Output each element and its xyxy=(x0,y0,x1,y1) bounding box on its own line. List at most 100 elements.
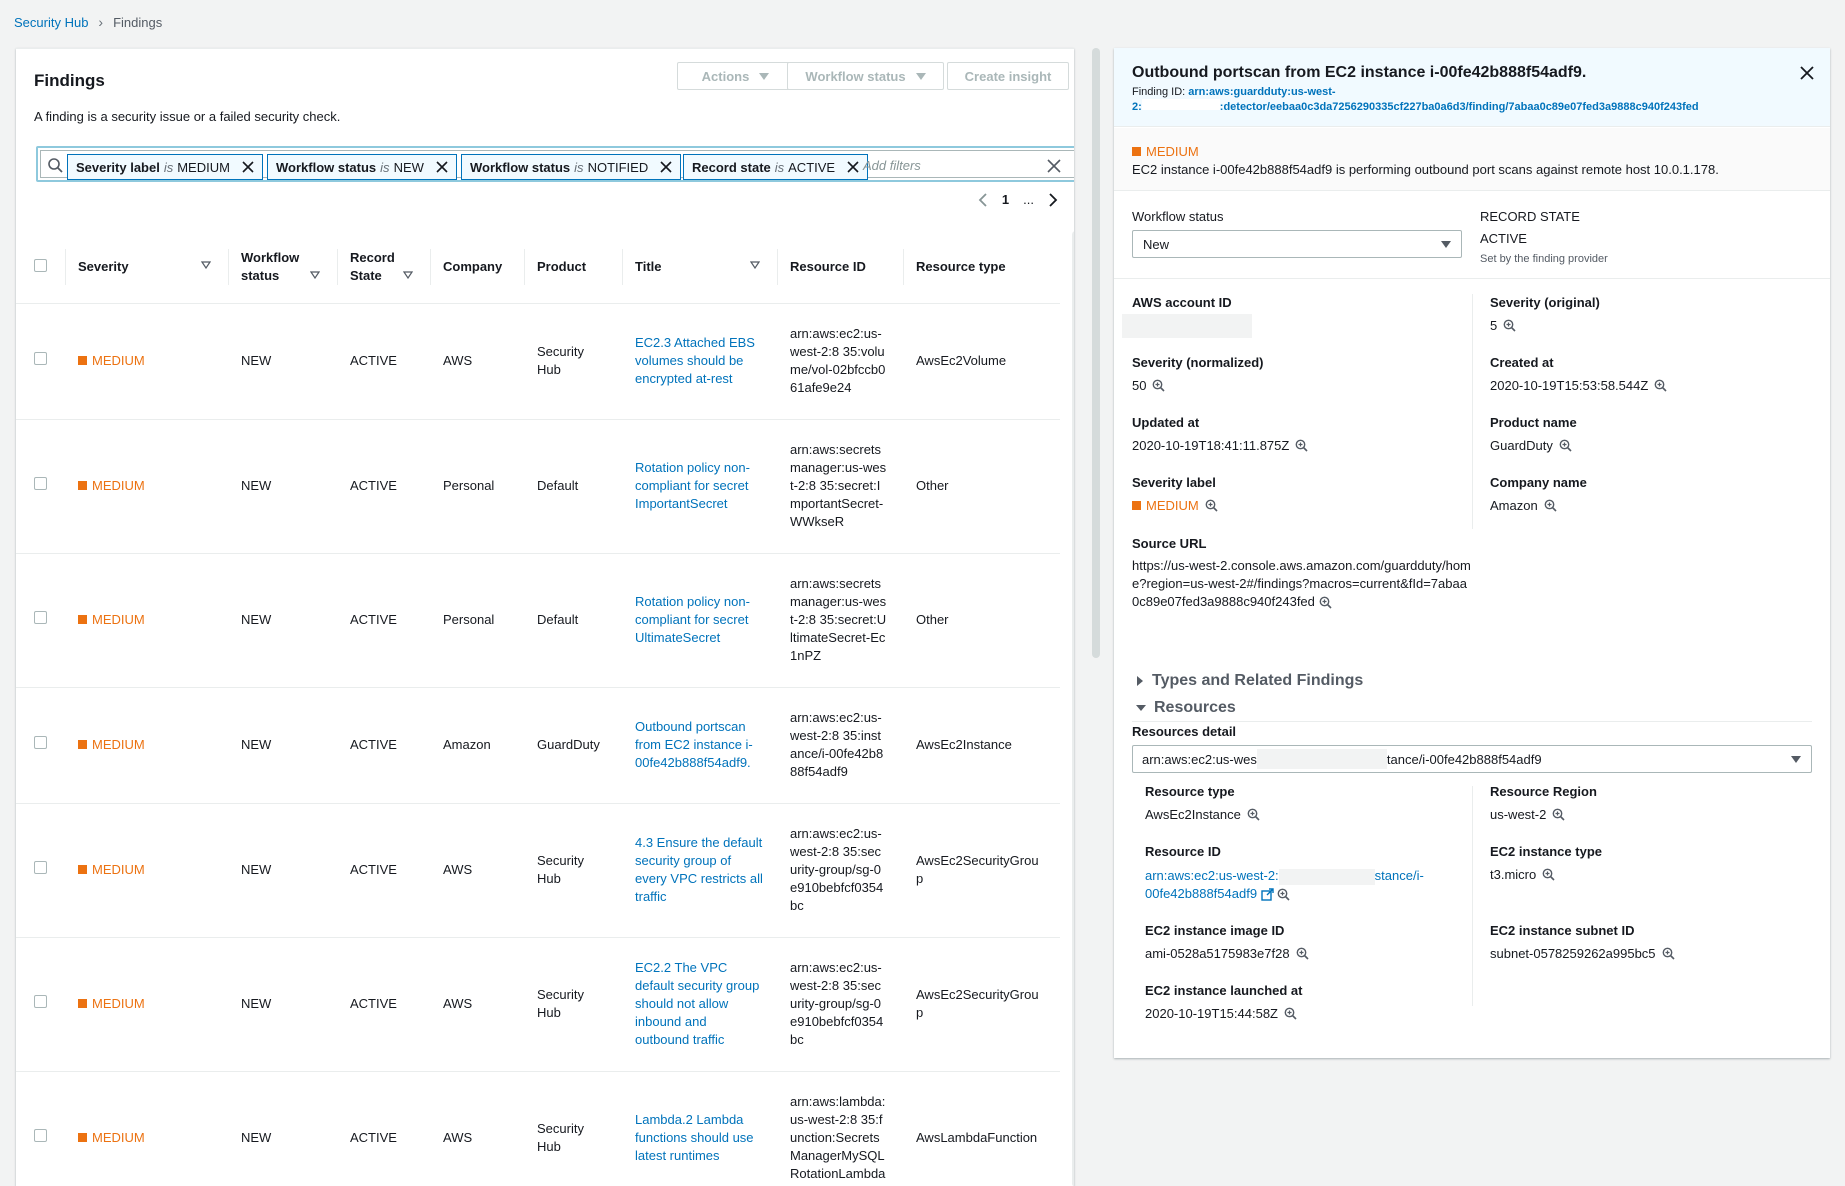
row-checkbox[interactable] xyxy=(34,611,47,624)
table-scrollbar[interactable] xyxy=(1072,231,1074,1186)
resource-id-link[interactable]: arn:aws:ec2:us-west-2: xyxy=(1145,868,1279,883)
column-product[interactable]: Product xyxy=(525,231,623,304)
finding-title-link[interactable]: EC2.3 Attached EBS volumes should be enc… xyxy=(635,335,755,386)
zoom-in-icon[interactable] xyxy=(1277,888,1290,901)
row-checkbox[interactable] xyxy=(34,736,47,749)
page-number[interactable]: 1 xyxy=(1002,192,1009,207)
workflow-status-field: Workflow status xyxy=(1132,209,1224,224)
filter-value: NEW xyxy=(393,159,424,175)
workflow-status-label: Workflow status xyxy=(1132,209,1224,224)
resource-id-link[interactable]: 00fe42b888f54adf9 xyxy=(1145,886,1257,901)
add-filters-input[interactable]: Add filters xyxy=(863,158,921,173)
finding-title-link[interactable]: Lambda.2 Lambda functions should use lat… xyxy=(635,1112,754,1163)
zoom-in-icon[interactable] xyxy=(1544,499,1557,512)
panel-scrollbar[interactable] xyxy=(1092,48,1100,658)
column-title[interactable]: Title xyxy=(623,231,778,304)
sort-icon[interactable] xyxy=(750,261,760,269)
finding-title-link[interactable]: Outbound portscan from EC2 instance i-00… xyxy=(635,719,753,770)
zoom-in-icon[interactable] xyxy=(1296,947,1309,960)
detail-title: Outbound portscan from EC2 instance i-00… xyxy=(1132,64,1587,81)
column-label: Title xyxy=(635,259,662,275)
select-all-checkbox[interactable] xyxy=(34,258,47,272)
column-company[interactable]: Company xyxy=(431,231,525,304)
zoom-in-icon[interactable] xyxy=(1542,868,1555,881)
sort-icon[interactable] xyxy=(403,271,413,279)
column-resource-type[interactable]: Resource type xyxy=(904,231,1060,304)
severity-text: MEDIUM xyxy=(92,736,145,752)
column-label: Workflow status xyxy=(241,249,300,283)
resource-id-cell: arn:aws:ec2:us-west-2:8 35:security-grou… xyxy=(778,937,904,1072)
zoom-in-icon[interactable] xyxy=(1295,439,1308,452)
finding-id-value[interactable]: 2: xyxy=(1132,101,1142,113)
filter-token-record-state[interactable]: Record state is ACTIVE xyxy=(683,154,869,180)
zoom-in-icon[interactable] xyxy=(1152,379,1166,392)
column-record-state[interactable]: Record State xyxy=(338,231,431,304)
filter-token-severity[interactable]: Severity label is MEDIUM xyxy=(67,154,263,180)
row-checkbox[interactable] xyxy=(34,1129,47,1142)
remove-filter-icon[interactable] xyxy=(436,161,448,173)
zoom-in-icon[interactable] xyxy=(1559,439,1572,452)
remove-filter-icon[interactable] xyxy=(242,161,254,173)
sort-icon[interactable] xyxy=(201,261,211,269)
zoom-in-icon[interactable] xyxy=(1284,1007,1297,1020)
table-row[interactable]: MEDIUM NEW ACTIVE AWS Security Hub EC2.3 Atta… xyxy=(16,303,1060,420)
filter-bar[interactable]: Severity label is MEDIUM Workflow status… xyxy=(36,146,1074,182)
zoom-in-icon[interactable] xyxy=(1205,499,1218,512)
remove-filter-icon[interactable] xyxy=(847,161,859,173)
row-checkbox[interactable] xyxy=(34,995,47,1008)
close-icon[interactable] xyxy=(1800,66,1814,80)
column-resource-id[interactable]: Resource ID xyxy=(778,231,904,304)
chevron-left-icon[interactable] xyxy=(978,192,988,207)
field-value: ami-0528a5175983e7f28 xyxy=(1145,946,1290,961)
finding-title-link[interactable]: EC2.2 The VPC default security group sho… xyxy=(635,960,759,1047)
redacted-block xyxy=(1278,868,1375,885)
column-severity[interactable]: Severity xyxy=(66,231,229,304)
severity-square-icon xyxy=(1132,501,1141,510)
resource-id-link[interactable]: stance/i- xyxy=(1375,868,1424,883)
zoom-in-icon[interactable] xyxy=(1552,808,1565,821)
finding-id-value[interactable]: :detector/eebaa0c3da7256290335cf227ba0a6… xyxy=(1220,101,1699,113)
types-related-findings-toggle[interactable]: Types and Related Findings xyxy=(1136,672,1363,690)
finding-title-link[interactable]: 4.3 Ensure the default security group of… xyxy=(635,835,763,904)
resources-toggle[interactable]: Resources xyxy=(1136,699,1236,717)
row-checkbox[interactable] xyxy=(34,477,47,490)
row-checkbox[interactable] xyxy=(34,352,47,365)
table-row[interactable]: MEDIUM NEW ACTIVE AWS Security Hub 4.3 Ensure… xyxy=(16,803,1060,938)
resources-detail-select[interactable]: arn:aws:ec2:us-wes tance/i-00fe42b888f54a… xyxy=(1132,745,1812,773)
finding-title-link[interactable]: Rotation policy non-compliant for secret… xyxy=(635,460,750,511)
table-row[interactable]: MEDIUM NEW ACTIVE Personal Default Rotation p… xyxy=(16,419,1060,554)
severity-square-icon xyxy=(78,740,87,750)
clear-filters-icon[interactable] xyxy=(1047,159,1061,173)
zoom-in-icon[interactable] xyxy=(1319,596,1332,609)
sort-icon[interactable] xyxy=(310,271,320,279)
chevron-right-icon[interactable] xyxy=(1048,192,1058,207)
findings-title: Findings xyxy=(34,71,105,90)
zoom-in-icon[interactable] xyxy=(1654,379,1667,392)
finding-title-link[interactable]: Rotation policy non-compliant for secret… xyxy=(635,594,750,645)
table-row[interactable]: MEDIUM NEW ACTIVE AWS Security Hub Lambda.2 L… xyxy=(16,1071,1060,1186)
workflow-cell: NEW xyxy=(229,937,338,1072)
row-checkbox[interactable] xyxy=(34,861,47,874)
finding-id-value[interactable]: arn:aws:guardduty:us-west- xyxy=(1188,86,1335,98)
table-row[interactable]: MEDIUM NEW ACTIVE Personal Default Rotation p… xyxy=(16,553,1060,688)
external-link-icon[interactable] xyxy=(1260,888,1274,901)
record-state-cell: ACTIVE xyxy=(338,303,431,420)
filter-token-workflow-new[interactable]: Workflow status is NEW xyxy=(267,154,457,180)
table-row[interactable]: MEDIUM NEW ACTIVE Amazon GuardDuty Outbound p… xyxy=(16,687,1060,804)
zoom-in-icon[interactable] xyxy=(1662,947,1675,960)
filter-token-workflow-notified[interactable]: Workflow status is NOTIFIED xyxy=(461,154,682,180)
severity-square-icon xyxy=(78,999,87,1009)
field-value: us-west-2 xyxy=(1490,807,1547,822)
product-cell: Security Hub xyxy=(525,1071,623,1186)
create-insight-button[interactable]: Create insight xyxy=(947,62,1069,90)
image-id-field: EC2 instance image ID ami-0528a5175983e7… xyxy=(1145,923,1309,961)
table-row[interactable]: MEDIUM NEW ACTIVE AWS Security Hub EC2.2 The … xyxy=(16,937,1060,1072)
zoom-in-icon[interactable] xyxy=(1247,808,1260,821)
zoom-in-icon[interactable] xyxy=(1503,319,1516,332)
actions-button[interactable]: Actions xyxy=(677,62,794,90)
breadcrumb-security-hub[interactable]: Security Hub xyxy=(14,15,88,30)
workflow-status-button[interactable]: Workflow status xyxy=(787,62,944,90)
remove-filter-icon[interactable] xyxy=(660,161,672,173)
column-workflow-status[interactable]: Workflow status xyxy=(229,231,338,304)
workflow-status-select[interactable]: New xyxy=(1132,230,1462,258)
